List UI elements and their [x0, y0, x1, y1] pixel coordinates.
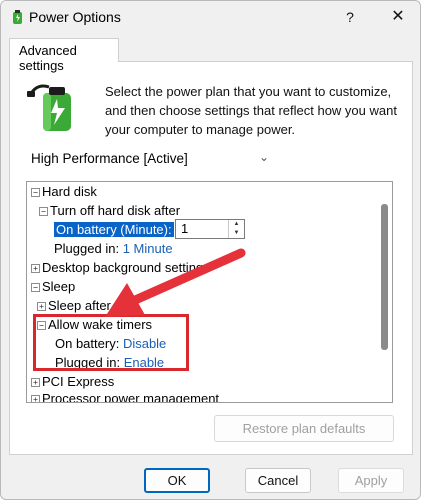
stepper-arrows: ▲ ▼	[228, 220, 244, 238]
power-plan-select[interactable]: High Performance [Active] ⌄	[25, 148, 275, 172]
power-plan-value: High Performance [Active]	[31, 151, 188, 166]
power-options-window: Power Options ? ✕ Advanced settings Sele…	[0, 0, 421, 500]
restore-plan-defaults-button[interactable]: Restore plan defaults	[214, 415, 394, 442]
tree-item-label: Hard disk	[42, 184, 97, 199]
window-title: Power Options	[29, 9, 121, 25]
expand-icon[interactable]: +	[37, 302, 46, 311]
expand-icon[interactable]: +	[31, 395, 40, 402]
battery-plug-icon	[27, 84, 71, 131]
tree-item-label: Processor power management	[42, 391, 220, 403]
tree-scrollbar[interactable]	[378, 184, 390, 400]
on-battery-minute-label: On battery (Minute):	[54, 222, 174, 237]
collapse-icon[interactable]: −	[31, 188, 40, 197]
intro-text: Select the power plan that you want to c…	[105, 84, 397, 137]
annotation-arrow-icon	[105, 248, 246, 317]
cancel-button[interactable]: Cancel	[245, 468, 311, 493]
collapse-icon[interactable]: −	[39, 207, 48, 216]
help-button[interactable]: ?	[339, 6, 361, 28]
tree-item-sleep[interactable]: − Sleep	[31, 277, 75, 296]
tab-advanced-settings[interactable]: Advanced settings	[9, 38, 119, 73]
tree-item-processor-power[interactable]: + Processor power management	[31, 389, 220, 403]
apply-button[interactable]: Apply	[338, 468, 404, 493]
minutes-stepper[interactable]: 1 ▲ ▼	[175, 219, 245, 239]
title-bar: Power Options ? ✕	[1, 1, 420, 33]
stepper-down-icon[interactable]: ▼	[229, 229, 244, 238]
stepper-up-icon[interactable]: ▲	[229, 220, 244, 229]
tree-item-label: Sleep	[42, 279, 76, 294]
chevron-down-icon: ⌄	[258, 150, 269, 164]
tree-item-hard-disk[interactable]: − Hard disk	[31, 182, 97, 201]
ok-button[interactable]: OK	[144, 468, 210, 493]
tree-item-turn-off-hard-disk[interactable]: − Turn off hard disk after	[39, 201, 180, 220]
expand-icon[interactable]: +	[31, 264, 40, 273]
tree-item-label: PCI Express	[42, 374, 115, 389]
minutes-stepper-value[interactable]: 1	[181, 221, 188, 236]
collapse-icon[interactable]: −	[31, 283, 40, 292]
close-button[interactable]: ✕	[387, 6, 409, 28]
tree-item-on-battery-minute[interactable]: On battery (Minute):	[54, 220, 174, 239]
scrollbar-thumb[interactable]	[381, 204, 388, 350]
expand-icon[interactable]: +	[31, 378, 40, 387]
tree-item-label: Turn off hard disk after	[50, 203, 181, 218]
power-options-icon	[13, 10, 22, 24]
